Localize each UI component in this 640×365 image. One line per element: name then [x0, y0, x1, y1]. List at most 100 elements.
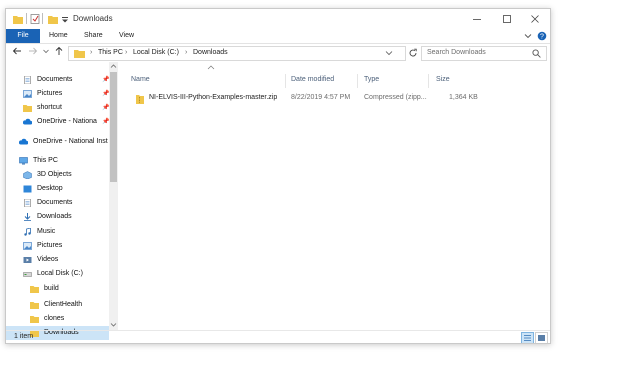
forward-button[interactable] — [27, 46, 39, 60]
tab-share[interactable]: Share — [84, 29, 103, 43]
nav-item-label: 3D Objects — [37, 171, 72, 178]
up-button[interactable] — [53, 46, 65, 60]
nav-item-label: Documents — [37, 76, 73, 83]
details-view-button[interactable] — [521, 332, 534, 343]
documents-icon — [24, 76, 31, 84]
zip-folder-icon — [136, 95, 144, 104]
customize-toolbar-icon[interactable] — [61, 14, 69, 24]
breadcrumb-this-pc[interactable]: This PC — [98, 49, 123, 56]
music-icon — [24, 228, 31, 236]
nav-item-music[interactable]: Music — [23, 225, 109, 239]
onedrive-icon — [19, 138, 28, 145]
nav-item-folder-clienthealth[interactable]: ClientHealth — [30, 298, 109, 312]
folder-icon — [30, 302, 39, 309]
nav-item-this-pc[interactable]: This PC — [19, 154, 109, 168]
nav-item-label: ClientHealth — [44, 301, 83, 308]
nav-item-downloads[interactable]: Downloads — [23, 210, 109, 224]
file-size: 1,364 KB — [449, 94, 478, 101]
large-icons-view-button[interactable] — [535, 332, 548, 343]
videos-icon — [23, 257, 32, 263]
new-folder-icon[interactable] — [48, 14, 58, 24]
file-type: Compressed (zipp... — [364, 94, 427, 101]
search-icon[interactable] — [532, 49, 541, 58]
nav-item-quick-documents[interactable]: Documents 📌 — [23, 73, 109, 87]
close-button[interactable] — [520, 9, 550, 29]
status-bar: 1 item — [6, 330, 550, 343]
large-icons-view-icon — [538, 335, 545, 341]
nav-item-quick-shortcut[interactable]: shortcut 📌 — [23, 101, 109, 115]
pictures-icon — [23, 90, 32, 98]
table-row[interactable]: NI-ELVIS-III-Python-Examples-master.zip … — [119, 62, 550, 122]
help-icon[interactable]: ? — [537, 31, 547, 41]
explorer-window: Downloads File Home Share View ? › This … — [5, 8, 551, 344]
svg-text:?: ? — [540, 34, 544, 41]
search-placeholder: Search Downloads — [427, 49, 486, 56]
nav-item-quick-onedrive[interactable]: OneDrive - Nationa 📌 — [23, 115, 109, 129]
tab-view[interactable]: View — [119, 29, 134, 43]
nav-item-folder-build[interactable]: build — [30, 282, 109, 296]
pictures-icon — [23, 242, 32, 250]
nav-pane-scrollbar[interactable] — [109, 62, 118, 330]
nav-item-label: Downloads — [37, 213, 72, 220]
chevron-down-icon[interactable] — [385, 49, 393, 57]
documents-icon — [24, 199, 31, 207]
drive-icon — [23, 272, 32, 277]
ribbon: File Home Share View ? — [6, 29, 550, 44]
nav-item-label: Documents — [37, 199, 73, 206]
nav-item-label: Pictures — [37, 242, 63, 249]
file-date: 8/22/2019 4:57 PM — [291, 94, 351, 101]
nav-item-videos[interactable]: Videos — [23, 253, 109, 267]
folder-icon — [30, 316, 39, 323]
folder-icon — [13, 16, 23, 24]
folder-icon — [23, 105, 32, 112]
search-box[interactable]: Search Downloads — [421, 46, 547, 61]
nav-item-3d-objects[interactable]: 3D Objects — [23, 168, 109, 182]
breadcrumb-separator: › — [125, 49, 128, 56]
nav-item-label: This PC — [33, 157, 58, 164]
window-title: Downloads — [73, 14, 113, 23]
back-button[interactable] — [11, 46, 23, 60]
close-icon — [531, 15, 539, 23]
nav-item-desktop[interactable]: Desktop — [23, 182, 109, 196]
breadcrumb-local-disk[interactable]: Local Disk (C:) — [133, 49, 179, 56]
nav-item-label: Music — [37, 228, 56, 235]
title-separator — [42, 13, 43, 24]
this-pc-icon — [19, 157, 28, 165]
item-count: 1 item — [14, 333, 34, 340]
nav-item-quick-pictures[interactable]: Pictures 📌 — [23, 87, 109, 101]
nav-item-label: Desktop — [37, 185, 63, 192]
downloads-icon — [24, 213, 31, 221]
nav-item-documents[interactable]: Documents — [23, 196, 109, 210]
3d-objects-icon — [23, 171, 32, 179]
nav-item-folder-clones[interactable]: clones — [30, 312, 109, 326]
maximize-icon — [503, 15, 511, 23]
refresh-icon[interactable] — [408, 48, 418, 58]
scroll-up-icon[interactable] — [110, 63, 117, 70]
expand-ribbon-icon[interactable] — [524, 32, 532, 40]
nav-item-label: Pictures — [37, 90, 63, 97]
address-bar[interactable]: › This PC › Local Disk (C:) › Downloads — [68, 46, 406, 61]
maximize-button[interactable] — [492, 9, 522, 29]
chevron-down-icon — [43, 49, 49, 54]
nav-item-local-disk[interactable]: Local Disk (C:) — [23, 267, 109, 281]
navigation-pane: Documents 📌 Pictures 📌 shortcut 📌 OneDri… — [6, 62, 118, 340]
minimize-button[interactable] — [462, 9, 492, 29]
nav-item-label: Videos — [37, 256, 59, 263]
properties-icon[interactable] — [30, 14, 40, 24]
arrow-right-icon — [29, 47, 38, 55]
tab-home[interactable]: Home — [49, 29, 68, 43]
nav-item-pictures[interactable]: Pictures — [23, 239, 109, 253]
title-separator — [26, 13, 27, 24]
desktop-icon — [23, 185, 32, 193]
nav-item-onedrive[interactable]: OneDrive - National Inst — [19, 135, 109, 149]
navigation-bar: › This PC › Local Disk (C:) › Downloads … — [6, 44, 550, 62]
nav-item-label: clones — [44, 315, 65, 322]
scroll-down-icon[interactable] — [110, 321, 117, 328]
tab-file[interactable]: File — [6, 29, 40, 43]
breadcrumb-downloads[interactable]: Downloads — [193, 49, 228, 56]
minimize-icon — [473, 19, 481, 20]
recent-locations-button[interactable] — [40, 46, 52, 60]
file-name[interactable]: NI-ELVIS-III-Python-Examples-master.zip — [149, 94, 277, 101]
breadcrumb-separator: › — [90, 49, 93, 56]
scrollbar-thumb[interactable] — [110, 72, 117, 182]
